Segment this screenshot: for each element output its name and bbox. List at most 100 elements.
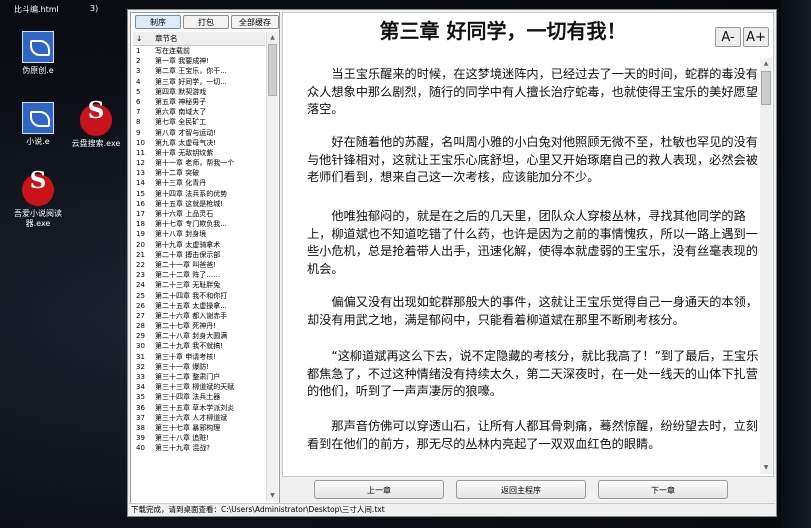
- chapter-list-item[interactable]: 3 第二章 王宝乐，你干...: [133, 66, 265, 76]
- chapter-list-item[interactable]: 26 第二十五章 太虚操拿...: [133, 301, 265, 311]
- chapter-name: 第十五章 这就是枪城!: [155, 199, 224, 208]
- chapter-list-item[interactable]: 5 第四章 默契游戏: [133, 87, 265, 97]
- chapter-index: 27: [136, 311, 145, 320]
- chapter-index: 18: [136, 220, 145, 229]
- chapter-paragraph: 当王宝乐醒来的时候，在这梦境迷阵内，已经过去了一天的时间，蛇群的毒没有众人想象中…: [307, 67, 758, 116]
- chapter-list-item[interactable]: 10 第九章 太虚母气决!: [133, 138, 265, 148]
- next-chapter-button[interactable]: 下一章: [598, 480, 728, 499]
- scroll-up-arrow-icon[interactable]: ▲: [268, 33, 277, 42]
- app-icon: [22, 174, 54, 206]
- reading-pane: 第三章 好同学，一切有我！ A- A+ 当王宝乐醒来的时候，在这梦境迷阵内，已经…: [282, 12, 774, 477]
- chapter-list-item[interactable]: 39 第三十八章 追赃!: [133, 433, 265, 443]
- chapter-list-item[interactable]: 37 第三十六章 人才柳道斌: [133, 413, 265, 423]
- chapter-index: 19: [136, 230, 145, 239]
- chapter-list-item[interactable]: 2 第一章 我要成神!: [133, 56, 265, 66]
- chapter-name: 第一章 我要成神!: [155, 57, 210, 66]
- chapter-list-item[interactable]: 6 第五章 神秘男子: [133, 97, 265, 107]
- chapter-index: 40: [136, 444, 145, 453]
- status-bar: 下载完成，请到桌面查看：C:\Users\Administrator\Deskt…: [129, 503, 775, 515]
- desktop-icon-weiyuanchuang[interactable]: 伪原创.e: [4, 31, 72, 76]
- scroll-thumb[interactable]: [268, 44, 277, 96]
- chapter-name: 第二十六章 都入谢赤手: [155, 311, 228, 320]
- chapter-list-item[interactable]: 8 第七章 全民矿工: [133, 117, 265, 127]
- chapter-list-item[interactable]: 28 第二十七章 死神丹!: [133, 321, 265, 331]
- app-icon: [22, 31, 54, 63]
- chapter-list-item[interactable]: 16 第十五章 这就是枪城!: [133, 199, 265, 209]
- chapter-list-item[interactable]: 21 第二十章 搏击保示部: [133, 250, 265, 260]
- chapter-name: 第二十九章 我不就搞!: [155, 342, 224, 351]
- chapter-list-item[interactable]: 1 写在连载前: [133, 46, 265, 56]
- chapter-list-item[interactable]: 15 第十四章 法兵系的优势: [133, 189, 265, 199]
- column-index[interactable]: ↓: [136, 32, 142, 45]
- scroll-down-arrow-icon[interactable]: ▼: [268, 491, 277, 500]
- desktop-file-label[interactable]: 3): [90, 4, 98, 13]
- chapter-index: 20: [136, 240, 145, 249]
- chapter-list-item[interactable]: 36 第三十五章 草木学派刘炎: [133, 403, 265, 413]
- chapter-list-item[interactable]: 7 第六章 南域大了: [133, 107, 265, 117]
- chapter-list-item[interactable]: 4 第三章 好同学，一切...: [133, 77, 265, 87]
- chapter-list-item[interactable]: 9 第八章 才智与运动!: [133, 128, 265, 138]
- app-icon: [80, 104, 112, 136]
- chapter-name: 第十八章 封身境: [155, 230, 207, 239]
- chapter-name: 第三十八章 追赃!: [155, 434, 210, 443]
- return-main-button[interactable]: 返回主程序: [456, 480, 586, 499]
- chapter-index: 14: [136, 179, 145, 188]
- chapter-list-item[interactable]: 17 第十六章 上品灵石: [133, 209, 265, 219]
- tab-pack[interactable]: 打包: [183, 15, 229, 29]
- chapter-list-item[interactable]: 30 第二十九章 我不就搞!: [133, 341, 265, 351]
- chapter-list-item[interactable]: 33 第三十二章 整肃门户: [133, 372, 265, 382]
- chapter-list-item[interactable]: 11 第十章 无敌钥纹紫: [133, 148, 265, 158]
- chapter-paragraph: 偏偏又没有出现如蛇群那般大的事件，这就让王宝乐觉得自己一身通天的本领，却没有用武…: [307, 295, 758, 327]
- prev-chapter-button[interactable]: 上一章: [314, 480, 444, 499]
- tab-sort[interactable]: 制序: [135, 15, 181, 29]
- chapter-paragraph: 那声音仿佛可以穿透山石，让所有人都耳骨刺痛，蓦然惊醒，纷纷望去时，立刻看到在他们…: [307, 419, 758, 451]
- desktop-icon-label: 伪原创.e: [22, 66, 54, 75]
- chapter-list-item[interactable]: 35 第三十四章 法兵土器: [133, 392, 265, 402]
- chapter-name: 第四章 默契游戏: [155, 87, 207, 96]
- font-increase-button[interactable]: A+: [743, 27, 769, 47]
- chapter-paragraph: 好在随着他的苏醒，名叫周小雅的小白兔对他照顾无微不至，杜敏也罕见的没有与他针锋相…: [307, 135, 758, 184]
- chapter-list-item[interactable]: 18 第十七章 专门欺负我...: [133, 219, 265, 229]
- chapter-name: 第二十五章 太虚操拿...: [155, 301, 227, 310]
- chapter-index: 39: [136, 434, 145, 443]
- scroll-thumb[interactable]: [761, 71, 771, 105]
- chapter-list-item[interactable]: 12 第十一章 老师，帮我一个: [133, 158, 265, 168]
- scroll-up-arrow-icon[interactable]: ▲: [761, 59, 771, 69]
- chapter-list-item[interactable]: 24 第二十三章 无耻胖兔: [133, 280, 265, 290]
- chapter-index: 34: [136, 383, 145, 392]
- chapter-index: 38: [136, 423, 145, 432]
- chapter-list-item[interactable]: 34 第三十三章 柳道斌的天赋: [133, 382, 265, 392]
- chapter-list-item[interactable]: 14 第十三章 化青丹: [133, 178, 265, 188]
- chapter-list-item[interactable]: 38 第三十七章 暴邪构理: [133, 423, 265, 433]
- chapter-title: 第三章 好同学，一切有我！: [379, 19, 627, 43]
- chapter-name: 第十六章 上品灵石: [155, 210, 214, 218]
- chapter-list-item[interactable]: 31 第三十章 申请考核!: [133, 352, 265, 362]
- tab-cache-all[interactable]: 全部缓存: [231, 15, 279, 29]
- chapter-index: 26: [136, 301, 145, 310]
- chapter-list-item[interactable]: 19 第十八章 封身境: [133, 229, 265, 239]
- chapter-name: 第三十章 申请考核!: [155, 352, 217, 361]
- chapter-sidebar: 制序 打包 全部缓存 ↓ 章节名 1 写在连载前 2 第一章 我要成神! 3 第二章 王宝…: [130, 12, 280, 504]
- chapter-list-item[interactable]: 40 第三十九章 混战?: [133, 443, 265, 453]
- chapter-list-item[interactable]: 20 第十九章 太虚骑拿术: [133, 240, 265, 250]
- chapter-list-item[interactable]: 29 第二十八章 封身大圆满: [133, 331, 265, 341]
- chapter-list-item[interactable]: 13 第十二章 突破: [133, 168, 265, 178]
- chapter-name: 第三十二章 整肃门户: [155, 373, 221, 381]
- desktop-icon-reader[interactable]: 吾爱小说阅读器.exe: [4, 174, 72, 229]
- desktop-icon-yunpan[interactable]: 云盘搜索.exe: [62, 104, 130, 149]
- chapter-list-scrollbar[interactable]: ▲ ▼: [266, 32, 278, 501]
- chapter-index: 9: [136, 128, 141, 137]
- content-scrollbar[interactable]: ▲ ▼: [760, 58, 772, 474]
- chapter-list-item[interactable]: 25 第二十四章 我不和你打: [133, 291, 265, 301]
- chapter-list-item[interactable]: 32 第三十一章 爆防!: [133, 362, 265, 372]
- chapter-name: 第十一章 老师，帮我一个: [155, 159, 235, 168]
- desktop-file-label[interactable]: 比斗编.html: [14, 4, 59, 15]
- scroll-down-arrow-icon[interactable]: ▼: [761, 463, 771, 473]
- font-decrease-button[interactable]: A-: [715, 27, 741, 47]
- chapter-list-item[interactable]: 27 第二十六章 都入谢赤手: [133, 311, 265, 321]
- chapter-index: 2: [136, 57, 141, 66]
- column-chapter-name[interactable]: 章节名: [155, 32, 178, 45]
- chapter-list-item[interactable]: 23 第二十二章 阵了……: [133, 270, 265, 280]
- chapter-list-item[interactable]: 22 第二十一章 叫爸爸!: [133, 260, 265, 270]
- chapter-list: 1 写在连载前 2 第一章 我要成神! 3 第二章 王宝乐，你干... 4 第三章 好同学，一…: [133, 46, 265, 501]
